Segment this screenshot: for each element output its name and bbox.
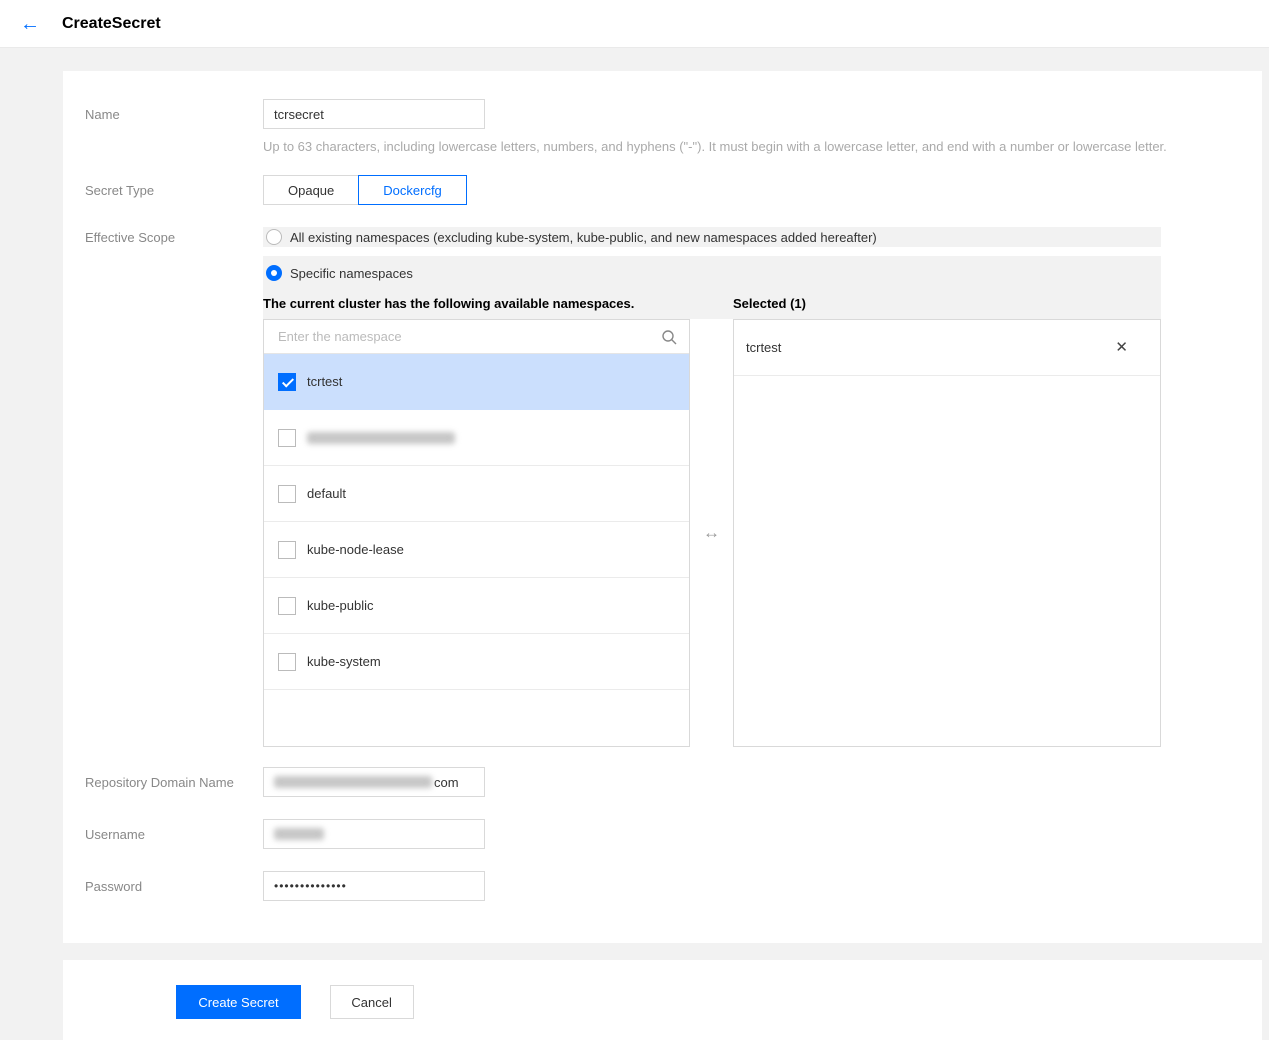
transfer-mid-column: ↔ [690, 319, 733, 747]
redacted-domain-text [274, 776, 432, 788]
create-secret-form-card: Name Up to 63 characters, including lowe… [63, 71, 1262, 943]
checkbox-icon[interactable] [278, 429, 296, 447]
username-row: Username [85, 819, 1240, 849]
domain-suffix-text: com [434, 775, 459, 790]
search-icon[interactable] [661, 329, 677, 345]
namespace-row[interactable]: default [264, 466, 689, 522]
namespace-label: kube-system [307, 654, 381, 669]
radio-icon[interactable] [266, 229, 282, 245]
name-row: Name Up to 63 characters, including lowe… [85, 99, 1240, 154]
radio-selected-icon[interactable] [266, 265, 282, 281]
username-label: Username [85, 827, 263, 842]
secret-type-row: Secret Type Opaque Dockercfg [85, 175, 1240, 205]
namespace-label: default [307, 486, 346, 501]
name-hint: Up to 63 characters, including lowercase… [263, 139, 1167, 154]
name-field-group: Up to 63 characters, including lowercase… [263, 99, 1167, 154]
selected-namespaces-box: tcrtest ✕ [733, 319, 1161, 747]
namespace-row[interactable]: tcrtest [264, 354, 689, 410]
selected-namespace-row: tcrtest ✕ [734, 320, 1160, 376]
secret-type-dockercfg-button[interactable]: Dockercfg [358, 175, 467, 205]
namespace-row[interactable]: kube-public [264, 578, 689, 634]
footer-action-bar: Create Secret Cancel [63, 960, 1262, 1040]
namespace-row[interactable] [264, 410, 689, 466]
scope-specific-block: Specific namespaces The current cluster … [263, 256, 1161, 319]
selected-count-title: Selected (1) [733, 296, 806, 311]
namespace-transfer: tcrtest default kube-node-lease [263, 319, 1161, 747]
available-namespaces-title: The current cluster has the following av… [263, 296, 690, 311]
secret-type-opaque-button[interactable]: Opaque [263, 175, 359, 205]
namespace-row[interactable]: kube-system [264, 634, 689, 690]
checkbox-checked-icon[interactable] [278, 373, 296, 391]
secret-type-label: Secret Type [85, 175, 263, 205]
namespace-label: kube-node-lease [307, 542, 404, 557]
checkbox-icon[interactable] [278, 597, 296, 615]
checkbox-icon[interactable] [278, 485, 296, 503]
redacted-namespace-label [307, 432, 455, 444]
repository-domain-label: Repository Domain Name [85, 775, 263, 790]
create-secret-button[interactable]: Create Secret [176, 985, 301, 1019]
secret-type-options: Opaque Dockercfg [263, 175, 467, 205]
name-label: Name [85, 99, 263, 154]
password-row: Password •••••••••••••• [85, 871, 1240, 901]
name-input[interactable] [263, 99, 485, 129]
page-title: CreateSecret [62, 15, 161, 33]
masked-password-text: •••••••••••••• [274, 879, 347, 893]
namespace-search-row [264, 320, 689, 354]
picker-titles-gap [690, 296, 733, 311]
effective-scope-content: All existing namespaces (excluding kube-… [263, 227, 1161, 747]
transfer-arrow-icon: ↔ [703, 523, 720, 543]
redacted-username-text [274, 828, 324, 840]
available-namespaces-box: tcrtest default kube-node-lease [263, 319, 690, 747]
namespace-search-input[interactable] [276, 328, 661, 345]
checkbox-icon[interactable] [278, 541, 296, 559]
namespace-label: tcrtest [307, 374, 342, 389]
selected-namespace-label: tcrtest [746, 340, 781, 355]
namespace-row[interactable]: kube-node-lease [264, 522, 689, 578]
username-input[interactable] [263, 819, 485, 849]
picker-titles-row: The current cluster has the following av… [263, 296, 1161, 311]
repository-domain-input[interactable]: com [263, 767, 485, 797]
password-label: Password [85, 879, 263, 894]
scope-option-all-label: All existing namespaces (excluding kube-… [290, 230, 877, 245]
page-header: ← CreateSecret [0, 0, 1269, 48]
namespace-label: kube-public [307, 598, 374, 613]
repository-domain-row: Repository Domain Name com [85, 767, 1240, 797]
effective-scope-label: Effective Scope [85, 227, 263, 747]
close-icon[interactable]: ✕ [1115, 340, 1128, 355]
checkbox-icon[interactable] [278, 653, 296, 671]
cancel-button[interactable]: Cancel [330, 985, 414, 1019]
password-input[interactable]: •••••••••••••• [263, 871, 485, 901]
scope-option-specific-label: Specific namespaces [290, 266, 413, 281]
effective-scope-row: Effective Scope All existing namespaces … [85, 227, 1240, 747]
scope-option-specific[interactable]: Specific namespaces [263, 265, 1161, 281]
scope-option-all[interactable]: All existing namespaces (excluding kube-… [263, 227, 1161, 247]
back-arrow-icon[interactable]: ← [20, 14, 40, 34]
